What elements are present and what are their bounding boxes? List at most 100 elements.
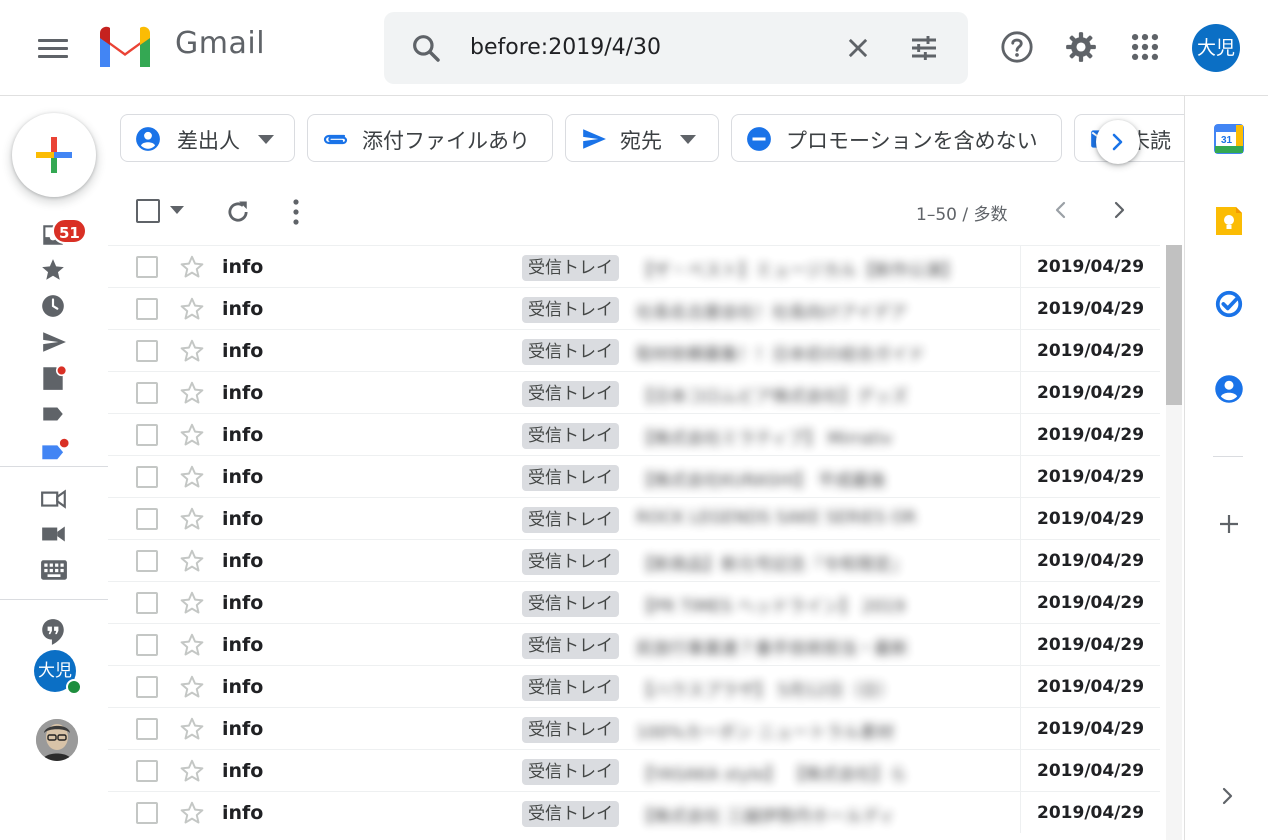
keep-icon[interactable] bbox=[1214, 205, 1244, 237]
email-subject: 取材依頼募集！！日本初の総合ガイド bbox=[636, 345, 925, 365]
email-subject: 【新商品】新元号記念『令和限定』 bbox=[636, 555, 908, 575]
email-row[interactable]: info 受信トレイ 【新商品】新元号記念『令和限定』 2019/04/29 bbox=[108, 539, 1160, 581]
star-outline-icon[interactable] bbox=[179, 632, 205, 658]
email-row-checkbox[interactable] bbox=[136, 298, 158, 320]
label-blue-icon[interactable] bbox=[40, 436, 70, 464]
email-date: 2019/04/29 bbox=[1020, 456, 1160, 497]
email-row[interactable]: info 受信トレイ 【株式会社KURASHI】 平成最後 2019/04/29 bbox=[108, 455, 1160, 497]
google-apps-grid-icon[interactable] bbox=[1128, 30, 1162, 64]
star-outline-icon[interactable] bbox=[179, 422, 205, 448]
hangouts-icon[interactable] bbox=[40, 618, 66, 646]
star-outline-icon[interactable] bbox=[179, 464, 205, 490]
get-addons-plus-icon[interactable] bbox=[1217, 512, 1241, 536]
chip-from[interactable]: 差出人 bbox=[120, 114, 295, 162]
inbox-label-badge: 受信トレイ bbox=[522, 717, 619, 743]
email-row-checkbox[interactable] bbox=[136, 340, 158, 362]
star-outline-icon[interactable] bbox=[179, 506, 205, 532]
email-row-checkbox[interactable] bbox=[136, 466, 158, 488]
star-outline-icon[interactable] bbox=[179, 716, 205, 742]
email-subject: 民放行事業連７番手技術担当・最新 bbox=[636, 639, 908, 659]
drafts-icon[interactable] bbox=[40, 364, 66, 392]
help-icon[interactable] bbox=[1000, 30, 1034, 64]
search-options-icon[interactable] bbox=[908, 32, 940, 64]
compose-button[interactable] bbox=[12, 113, 96, 197]
email-row-checkbox[interactable] bbox=[136, 592, 158, 614]
expand-side-panel-chevron-right-icon[interactable] bbox=[1219, 786, 1235, 806]
clear-search-icon[interactable] bbox=[844, 34, 872, 62]
email-row-checkbox[interactable] bbox=[136, 256, 158, 278]
inbox-label-badge: 受信トレイ bbox=[522, 591, 619, 617]
star-outline-icon[interactable] bbox=[179, 380, 205, 406]
email-row[interactable]: info 受信トレイ ROCK LEGENDS SAKE SERIES OR 2019… bbox=[108, 497, 1160, 539]
email-row[interactable]: info 受信トレイ 100%カーボン ニュートラル素材 2019/04/29 bbox=[108, 707, 1160, 749]
gmail-logo-icon[interactable] bbox=[96, 25, 154, 69]
email-row[interactable]: info 受信トレイ 【PR TIMES ヘッドライン】 2019 2019/04/2… bbox=[108, 581, 1160, 623]
email-row-checkbox[interactable] bbox=[136, 760, 158, 782]
tasks-icon[interactable] bbox=[1214, 289, 1244, 319]
contact-photo-avatar[interactable] bbox=[36, 719, 78, 761]
select-all-checkbox[interactable] bbox=[136, 199, 160, 223]
paperclip-icon bbox=[323, 134, 348, 145]
meet-new-meeting-icon[interactable] bbox=[40, 486, 68, 510]
sent-icon[interactable] bbox=[40, 329, 68, 355]
older-page-chevron-right-icon[interactable] bbox=[1110, 200, 1128, 220]
more-vertical-icon[interactable] bbox=[292, 198, 300, 226]
search-input[interactable] bbox=[470, 35, 810, 60]
calendar-icon[interactable]: 31 bbox=[1214, 124, 1244, 154]
search-icon[interactable] bbox=[410, 32, 442, 64]
email-row-checkbox[interactable] bbox=[136, 550, 158, 572]
list-scrollbar-thumb[interactable] bbox=[1166, 245, 1182, 405]
email-row-checkbox[interactable] bbox=[136, 508, 158, 530]
star-outline-icon[interactable] bbox=[179, 800, 205, 826]
main-menu-icon[interactable] bbox=[38, 36, 70, 60]
email-subject: ROCK LEGENDS SAKE SERIES OR bbox=[636, 508, 917, 528]
compose-plus-icon bbox=[36, 137, 72, 173]
search-filter-chips: 差出人 添付ファイルあり 宛先 プロモーションを含めない 未読 bbox=[108, 96, 1184, 182]
star-outline-icon[interactable] bbox=[179, 254, 205, 280]
email-row[interactable]: info 受信トレイ 【YASAKA style】 【株式会社】ら 2019/04/2… bbox=[108, 749, 1160, 791]
email-row-checkbox[interactable] bbox=[136, 802, 158, 824]
email-date: 2019/04/29 bbox=[1020, 372, 1160, 413]
star-outline-icon[interactable] bbox=[179, 590, 205, 616]
email-row-checkbox[interactable] bbox=[136, 382, 158, 404]
starred-icon[interactable] bbox=[40, 257, 66, 283]
email-row[interactable]: info 受信トレイ 社長名古屋会社！社長向けアイデア 2019/04/29 bbox=[108, 287, 1160, 329]
contacts-icon[interactable] bbox=[1214, 374, 1244, 404]
email-row-checkbox[interactable] bbox=[136, 676, 158, 698]
inbox-label-badge: 受信トレイ bbox=[522, 465, 619, 491]
search-bar[interactable] bbox=[384, 12, 968, 84]
email-row-checkbox[interactable] bbox=[136, 424, 158, 446]
star-outline-icon[interactable] bbox=[179, 758, 205, 784]
email-row[interactable]: info 受信トレイ 【株式会社ミラティブ】 Mirrativ 2019/04/29 bbox=[108, 413, 1160, 455]
star-outline-icon[interactable] bbox=[179, 296, 205, 322]
email-date: 2019/04/29 bbox=[1020, 498, 1160, 539]
star-outline-icon[interactable] bbox=[179, 674, 205, 700]
email-row-checkbox[interactable] bbox=[136, 634, 158, 656]
person-circle-icon bbox=[136, 127, 160, 151]
email-sender: info bbox=[222, 298, 264, 320]
email-row-checkbox[interactable] bbox=[136, 718, 158, 740]
snoozed-clock-icon[interactable] bbox=[40, 293, 66, 319]
email-row[interactable]: info 受信トレイ 民放行事業連７番手技術担当・最新 2019/04/29 bbox=[108, 623, 1160, 665]
email-row[interactable]: info 受信トレイ 【株式会社 三越伊勢丹ホールディ 2019/04/29 bbox=[108, 791, 1160, 833]
email-date: 2019/04/29 bbox=[1020, 540, 1160, 581]
chip-exclude-promotions[interactable]: プロモーションを含めない bbox=[731, 114, 1062, 162]
email-row[interactable]: info 受信トレイ 取材依頼募集！！日本初の総合ガイド 2019/04/29 bbox=[108, 329, 1160, 371]
email-row[interactable]: info 受信トレイ 【ハウスプラザ】 5月12日（日） 2019/04/29 bbox=[108, 665, 1160, 707]
select-options-chevron-down-icon[interactable] bbox=[170, 206, 184, 214]
meet-keyboard-icon[interactable] bbox=[40, 558, 68, 582]
inbox-label-badge: 受信トレイ bbox=[522, 549, 619, 575]
email-row[interactable]: info 受信トレイ 【日本コロムビア株式会社】グッズ 2019/04/29 bbox=[108, 371, 1160, 413]
newer-page-chevron-left-icon[interactable] bbox=[1052, 200, 1070, 220]
account-avatar[interactable]: 大児 bbox=[1192, 24, 1240, 72]
settings-gear-icon[interactable] bbox=[1064, 30, 1098, 64]
meet-video-icon[interactable] bbox=[40, 522, 68, 546]
chips-scroll-right-button[interactable] bbox=[1096, 120, 1140, 164]
star-outline-icon[interactable] bbox=[179, 338, 205, 364]
label-icon[interactable] bbox=[40, 401, 66, 427]
chip-to[interactable]: 宛先 bbox=[565, 114, 719, 162]
refresh-icon[interactable] bbox=[224, 198, 252, 226]
chip-has-attachment[interactable]: 添付ファイルあり bbox=[307, 114, 553, 162]
email-row[interactable]: info 受信トレイ 【ザ・ベスト】ミュージカル【新作公演】 2019/04/29 bbox=[108, 245, 1160, 287]
star-outline-icon[interactable] bbox=[179, 548, 205, 574]
